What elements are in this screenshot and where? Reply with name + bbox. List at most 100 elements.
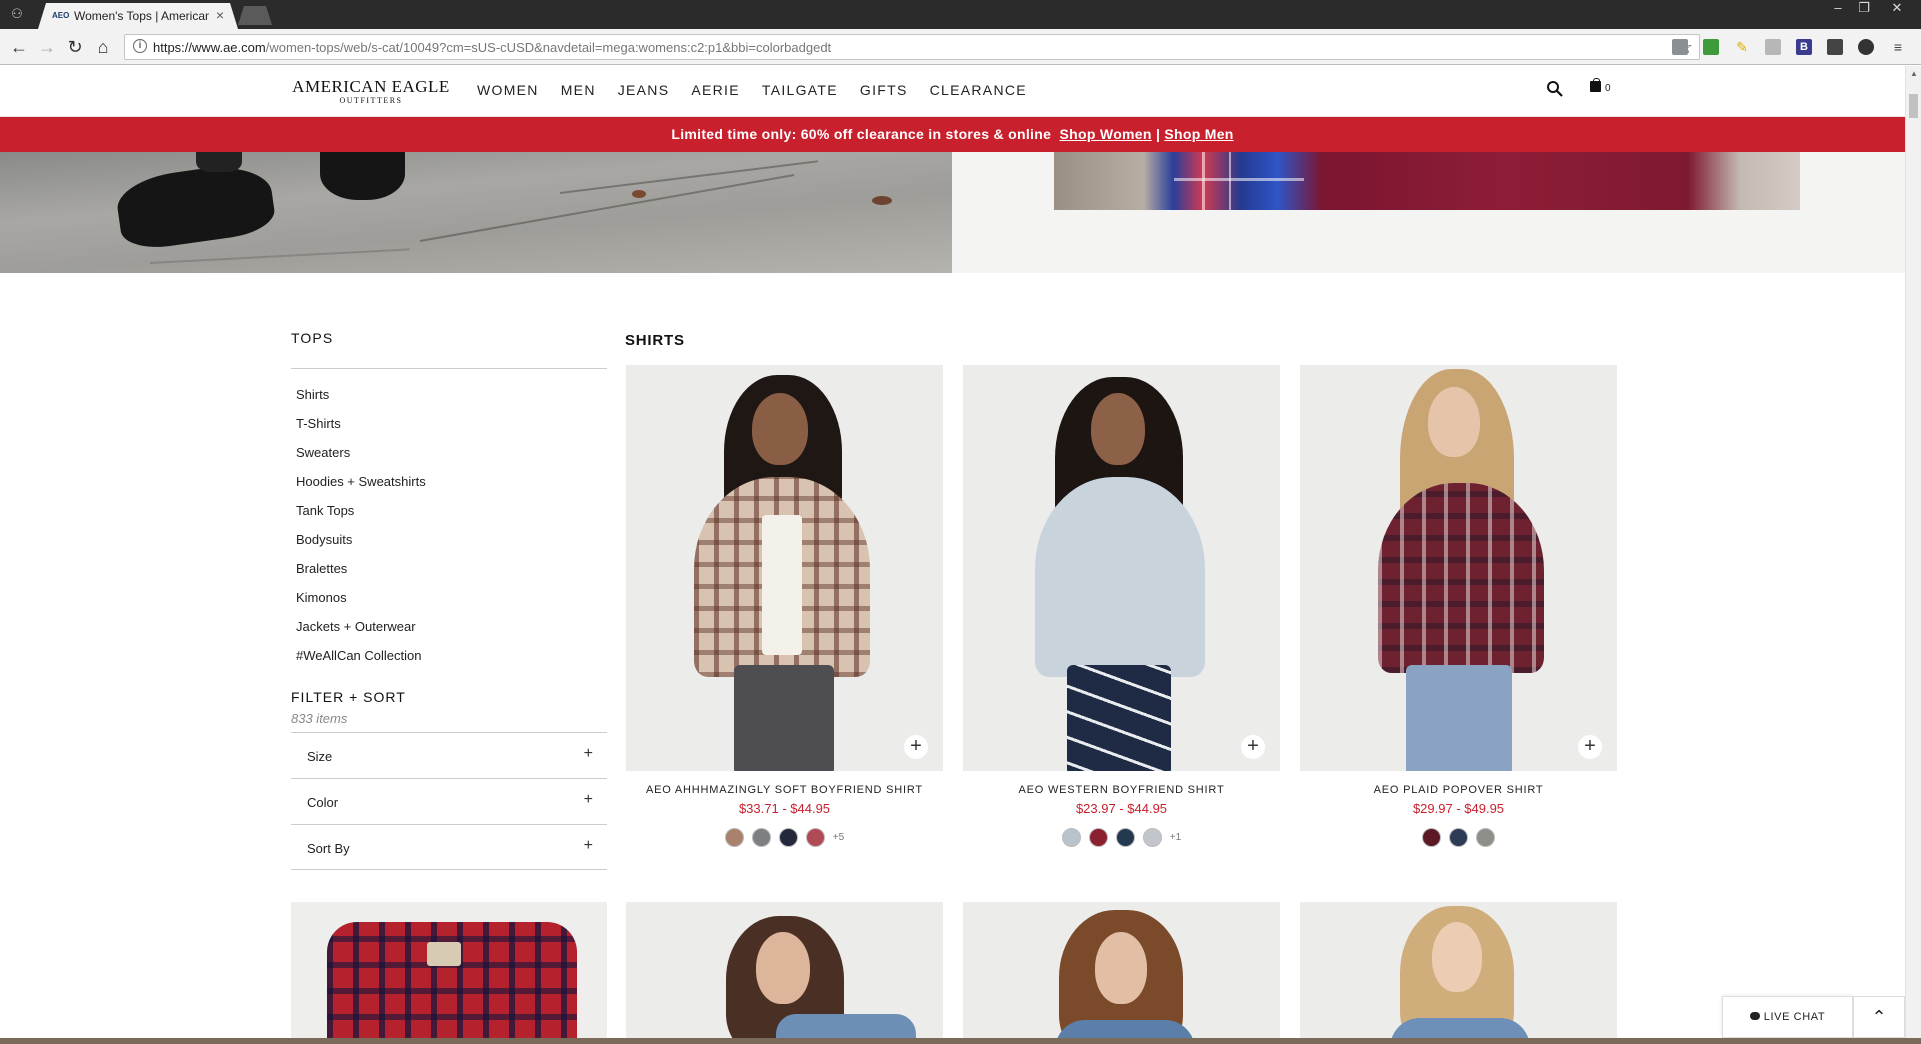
promo-banner: Limited time only: 60% off clearance in … (0, 117, 1905, 152)
color-swatch[interactable] (724, 828, 744, 847)
color-swatch[interactable] (805, 828, 825, 847)
page-scrollbar[interactable]: ▲ (1905, 66, 1921, 1044)
product-card[interactable]: + AEO PLAID POPOVER SHIRT $29.97 - $49.9… (1300, 365, 1617, 847)
hero-image-boots[interactable] (0, 152, 952, 273)
color-swatch[interactable] (1142, 828, 1162, 847)
browser-tab-active[interactable]: AEO Women's Tops | American Eagle × (38, 3, 238, 29)
home-icon[interactable]: ⌂ (92, 36, 114, 58)
facet-sort-by[interactable]: Sort By + (291, 824, 607, 870)
nav-women[interactable]: WOMEN (477, 82, 539, 98)
shopping-bag-button[interactable]: 0 (1590, 78, 1611, 94)
quick-add-plus-icon[interactable]: + (1241, 735, 1265, 759)
category-bralettes[interactable]: Bralettes (291, 559, 607, 588)
nav-gifts[interactable]: GIFTS (860, 82, 908, 98)
back-icon[interactable]: ← (8, 36, 30, 58)
promo-text: Limited time only: 60% off clearance in … (671, 126, 1052, 142)
category-weallcan-collection[interactable]: #WeAllCan Collection (291, 646, 607, 675)
nav-aerie[interactable]: AERIE (691, 82, 740, 98)
product-image[interactable]: + (1300, 365, 1617, 771)
product-name[interactable]: AEO AHHHMAZINGLY SOFT BOYFRIEND SHIRT (626, 784, 943, 796)
american-eagle-logo[interactable]: AMERICAN EAGLE OUTFITTERS (290, 78, 452, 106)
promo-shop-men-link[interactable]: Shop Men (1164, 126, 1233, 142)
category-t-shirts[interactable]: T-Shirts (291, 414, 607, 443)
new-tab-button[interactable] (238, 6, 272, 25)
product-image[interactable] (1300, 902, 1617, 1044)
product-image[interactable]: + (626, 365, 943, 771)
color-swatch[interactable] (1449, 828, 1468, 847)
menu-icon[interactable]: ≡ (1890, 39, 1906, 55)
category-shirts[interactable]: Shirts (291, 385, 607, 414)
forward-icon[interactable]: → (36, 36, 58, 58)
product-card[interactable]: + AEO WESTERN BOYFRIEND SHIRT $23.97 - $… (963, 365, 1280, 847)
quick-add-plus-icon[interactable]: + (904, 735, 928, 759)
minimize-icon[interactable]: – (1825, 0, 1851, 18)
chevron-up-icon: ⌃ (1871, 1007, 1887, 1027)
quick-add-plus-icon[interactable]: + (1578, 735, 1602, 759)
category-tank-tops[interactable]: Tank Tops (291, 501, 607, 530)
window-close-icon[interactable]: ✕ (1877, 0, 1917, 18)
reload-icon[interactable]: ↻ (64, 36, 86, 58)
color-swatches (1300, 828, 1617, 847)
facet-size[interactable]: Size + (291, 732, 607, 778)
product-price: $29.97 - $49.95 (1412, 801, 1505, 816)
sidebar: TOPS Shirts T-Shirts Sweaters Hoodies + … (291, 330, 607, 870)
scrollbar-thumb[interactable] (1909, 94, 1918, 118)
promo-image-red-shirt[interactable] (291, 902, 607, 1044)
browser-tab-bar: ⚇ AEO Women's Tops | American Eagle × – … (0, 0, 1921, 29)
color-swatch[interactable] (1422, 828, 1441, 847)
live-chat-button[interactable]: LIVE CHAT (1722, 996, 1853, 1038)
color-swatch[interactable] (1088, 828, 1108, 847)
color-swatch[interactable] (1115, 828, 1135, 847)
nav-tailgate[interactable]: TAILGATE (762, 82, 838, 98)
product-card[interactable] (1300, 902, 1617, 1044)
b-extension-icon[interactable]: B (1796, 39, 1812, 55)
pencil-extension-icon[interactable]: ✎ (1734, 39, 1750, 55)
expand-plus-icon: + (583, 745, 593, 762)
product-image[interactable]: + (963, 365, 1280, 771)
category-jackets-outerwear[interactable]: Jackets + Outerwear (291, 617, 607, 646)
nav-clearance[interactable]: CLEARANCE (930, 82, 1027, 98)
category-bodysuits[interactable]: Bodysuits (291, 530, 607, 559)
category-kimonos[interactable]: Kimonos (291, 588, 607, 617)
os-taskbar (0, 1038, 1921, 1044)
browser-profile-icon[interactable]: ⚇ (8, 6, 26, 22)
sheets-extension-icon[interactable] (1703, 39, 1719, 55)
browser-toolbar: ← → ↻ ⌂ i https://www.ae.com/women-tops/… (0, 29, 1921, 65)
product-name[interactable]: AEO WESTERN BOYFRIEND SHIRT (963, 784, 1280, 796)
color-swatch[interactable] (1061, 828, 1081, 847)
hero-image-plaid[interactable] (1054, 152, 1800, 210)
product-card[interactable] (626, 902, 943, 1044)
more-colors[interactable]: +5 (833, 832, 844, 843)
url-text[interactable]: https://www.ae.com/women-tops/web/s-cat/… (153, 40, 831, 55)
back-to-top-button[interactable]: ⌃ (1853, 996, 1905, 1038)
site-info-icon[interactable]: i (133, 39, 147, 53)
nav-men[interactable]: MEN (561, 82, 596, 98)
product-card[interactable]: + AEO AHHHMAZINGLY SOFT BOYFRIEND SHIRT … (626, 365, 943, 847)
tab-close-icon[interactable]: × (216, 7, 224, 23)
promo-shop-women-link[interactable]: Shop Women (1060, 126, 1152, 142)
scroll-up-icon[interactable]: ▲ (1910, 69, 1918, 78)
main-nav: WOMEN MEN JEANS AERIE TAILGATE GIFTS CLE… (477, 82, 1049, 98)
grid-title: SHIRTS (625, 332, 685, 349)
category-hoodies-sweatshirts[interactable]: Hoodies + Sweatshirts (291, 472, 607, 501)
extension-icon[interactable] (1765, 39, 1781, 55)
facet-color[interactable]: Color + (291, 778, 607, 824)
color-swatch[interactable] (1476, 828, 1495, 847)
color-swatch[interactable] (778, 828, 798, 847)
category-sweaters[interactable]: Sweaters (291, 443, 607, 472)
search-icon[interactable] (1546, 80, 1564, 98)
product-name[interactable]: AEO PLAID POPOVER SHIRT (1300, 784, 1617, 796)
product-card[interactable] (963, 902, 1280, 1044)
restore-icon[interactable]: ❐ (1851, 0, 1877, 18)
extension-icon[interactable] (1827, 39, 1843, 55)
facet-list: Size + Color + Sort By + (291, 732, 607, 870)
site-header: AMERICAN EAGLE OUTFITTERS WOMEN MEN JEAN… (0, 66, 1905, 117)
address-bar[interactable]: i https://www.ae.com/women-tops/web/s-ca… (124, 34, 1700, 60)
product-image[interactable] (963, 902, 1280, 1044)
color-swatch[interactable] (751, 828, 771, 847)
nav-jeans[interactable]: JEANS (618, 82, 670, 98)
extension-icon[interactable] (1672, 39, 1688, 55)
more-colors[interactable]: +1 (1170, 832, 1181, 843)
product-image[interactable] (626, 902, 943, 1044)
shield-extension-icon[interactable] (1858, 39, 1874, 55)
